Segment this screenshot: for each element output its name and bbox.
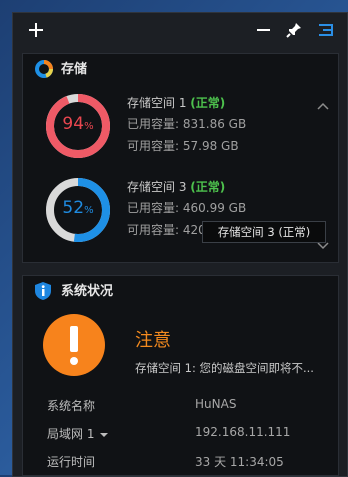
lan-label-text: 局域网 1: [47, 427, 95, 441]
plus-icon[interactable]: [25, 19, 47, 41]
caret-down-icon[interactable]: [100, 432, 109, 437]
list-icon[interactable]: [315, 19, 337, 41]
lan-value: 192.168.11.111: [195, 425, 291, 439]
widget-panel: 存储 94% 存储空间 1 (正常) 已用容量: 831.86 GB 可用容量:: [12, 12, 348, 477]
status-panel: 系统状况 注意 存储空间 1: 您的磁盘空间即将不... 系统名称 HuNAS …: [22, 275, 339, 476]
volume-status: (正常): [190, 180, 226, 194]
volume-name: 存储空间 1 (正常): [127, 94, 225, 111]
volume-tooltip: 存储空间 3 (正常): [202, 221, 326, 243]
status-message[interactable]: 存储空间 1: 您的磁盘空间即将不...: [135, 360, 314, 376]
system-name-label: 系统名称: [47, 399, 96, 413]
status-title: 系统状况: [61, 284, 114, 299]
status-header: 系统状况: [23, 276, 338, 302]
usage-percent: 52%: [44, 198, 112, 218]
used-value: 460.99 GB: [182, 201, 247, 215]
volume-name: 存储空间 3 (正常): [127, 178, 225, 195]
system-name-value: HuNAS: [195, 397, 237, 411]
lan-label[interactable]: 局域网 1: [47, 425, 109, 442]
free-value: 57.98 GB: [182, 139, 239, 153]
usage-percent: 94%: [44, 114, 112, 134]
uptime-label: 运行时间: [47, 455, 96, 469]
info-shield-icon: [35, 282, 51, 300]
volume-item[interactable]: 94% 存储空间 1 (正常) 已用容量: 831.86 GB 可用容量: 57…: [23, 92, 338, 170]
used-label: 已用容量: [127, 201, 176, 215]
storage-title: 存储: [61, 62, 88, 77]
percent-value: 52: [62, 198, 85, 218]
pin-icon[interactable]: [283, 19, 305, 41]
status-level: 注意: [135, 330, 171, 351]
minimize-icon[interactable]: [253, 19, 275, 41]
free-label: 可用容量: [127, 139, 176, 153]
volume-status: (正常): [190, 96, 226, 110]
percent-suffix: %: [84, 121, 94, 132]
warning-icon: [43, 314, 105, 376]
percent-suffix: %: [84, 205, 94, 216]
storage-donut-icon: [35, 60, 53, 78]
free-label: 可用容量: [127, 223, 176, 237]
used-capacity: 已用容量: 460.99 GB: [127, 201, 247, 215]
used-value: 831.86 GB: [182, 117, 247, 131]
used-capacity: 已用容量: 831.86 GB: [127, 117, 247, 131]
uptime-value: 33 天 11:34:05: [195, 455, 284, 469]
widget-toolbar: [13, 13, 347, 47]
storage-header: 存储: [23, 54, 338, 80]
volume-name-text: 存储空间 3: [127, 180, 187, 194]
used-label: 已用容量: [127, 117, 176, 131]
volume-name-text: 存储空间 1: [127, 96, 187, 110]
free-capacity: 可用容量: 57.98 GB: [127, 139, 239, 153]
percent-value: 94: [62, 114, 85, 134]
